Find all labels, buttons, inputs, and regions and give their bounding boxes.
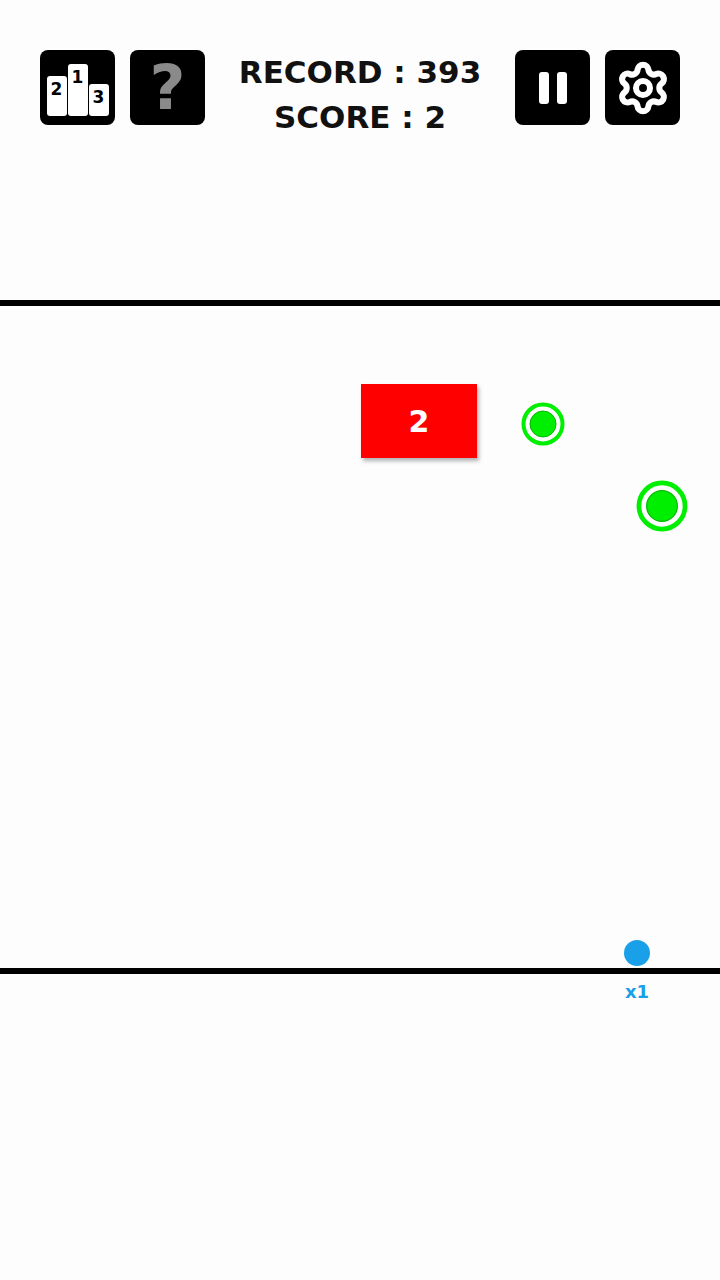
help-button[interactable]: ? [130,50,205,125]
ball[interactable] [624,940,650,966]
extra-ball-ring [521,402,565,446]
podium-icon: 213 [47,60,109,116]
podium-step: 3 [89,84,109,116]
podium-step: 2 [47,76,67,116]
play-field[interactable]: 2x1 [0,300,720,974]
score-panel: RECORD : 393SCORE : 2 [205,50,515,140]
top-boundary [0,300,720,306]
ball-count: x1 [617,980,657,1004]
gear-icon [615,60,671,116]
podium-step: 1 [68,64,88,116]
bottom-boundary [0,968,720,974]
question-icon: ? [150,57,186,119]
leaderboard-button[interactable]: 213 [40,50,115,125]
pause-button[interactable] [515,50,590,125]
pause-icon [533,68,573,108]
score-text: SCORE : 2 [274,95,446,140]
game-screen: 213?RECORD : 393SCORE : 22x1 [0,0,720,1280]
settings-button[interactable] [605,50,680,125]
top-bar: 213? RECORD : 393SCORE : 2 [0,0,720,300]
record-text: RECORD : 393 [239,50,481,95]
extra-ball-ring [636,480,688,532]
number-block: 2 [361,384,477,458]
